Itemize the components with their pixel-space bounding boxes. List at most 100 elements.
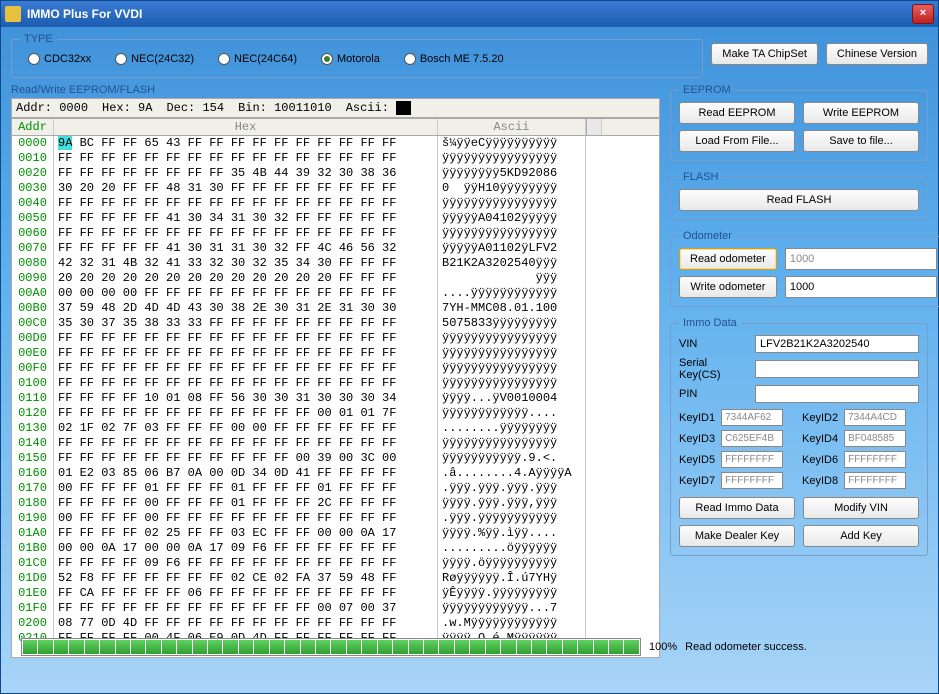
flash-fieldset: FLASH Read FLASH — [670, 171, 928, 220]
hex-row[interactable]: 0070FF FF FF FF FF 41 30 31 31 30 32 FF … — [12, 241, 659, 256]
info-bar: Addr: 0000 Hex: 9A Dec: 154 Bin: 1001101… — [11, 98, 660, 118]
make-dealer-key-button[interactable]: Make Dealer Key — [679, 525, 795, 547]
radio-icon — [218, 53, 230, 65]
hex-row[interactable]: 0010FF FF FF FF FF FF FF FF FF FF FF FF … — [12, 151, 659, 166]
close-icon[interactable]: × — [912, 4, 934, 24]
hex-row[interactable]: 0100FF FF FF FF FF FF FF FF FF FF FF FF … — [12, 376, 659, 391]
keyid-input-4 — [844, 430, 906, 447]
hex-row[interactable]: 00C035 30 37 35 38 33 33 FF FF FF FF FF … — [12, 316, 659, 331]
hex-row[interactable]: 0140FF FF FF FF FF FF FF FF FF FF FF FF … — [12, 436, 659, 451]
progress-bar — [21, 638, 641, 656]
hex-row[interactable]: 003030 20 20 FF FF 48 31 30 FF FF FF FF … — [12, 181, 659, 196]
hex-row[interactable]: 0150FF FF FF FF FF FF FF FF FF FF FF 00 … — [12, 451, 659, 466]
write-odometer-input[interactable] — [785, 276, 937, 298]
hex-section-label: Read/Write EEPROM/FLASH — [11, 84, 660, 96]
type-radio-motorola[interactable]: Motorola — [321, 53, 380, 65]
hex-row[interactable]: 0050FF FF FF FF FF 41 30 34 31 30 32 FF … — [12, 211, 659, 226]
read-immo-button[interactable]: Read Immo Data — [679, 497, 795, 519]
hex-row[interactable]: 0120FF FF FF FF FF FF FF FF FF FF FF FF … — [12, 406, 659, 421]
hex-row[interactable]: 0060FF FF FF FF FF FF FF FF FF FF FF FF … — [12, 226, 659, 241]
hex-row[interactable]: 008042 32 31 4B 32 41 33 32 30 32 35 34 … — [12, 256, 659, 271]
keyid-label-7: KeyID7 — [679, 475, 715, 487]
type-fieldset: TYPE CDC32xx NEC(24C32) NEC(24C64) Motorola… — [11, 33, 703, 78]
hex-row[interactable]: 009020 20 20 20 20 20 20 20 20 20 20 20 … — [12, 271, 659, 286]
header-addr: Addr — [12, 119, 54, 135]
modify-vin-button[interactable]: Modify VIN — [803, 497, 919, 519]
hex-row[interactable]: 00A000 00 00 00 FF FF FF FF FF FF FF FF … — [12, 286, 659, 301]
read-odometer-button[interactable]: Read odometer — [679, 248, 777, 270]
hex-row[interactable]: 0180FF FF FF FF 00 FF FF FF 01 FF FF FF … — [12, 496, 659, 511]
hex-row[interactable]: 00B037 59 48 2D 4D 4D 43 30 38 2E 30 31 … — [12, 301, 659, 316]
hex-row[interactable]: 00F0FF FF FF FF FF FF FF FF FF FF FF FF … — [12, 361, 659, 376]
keyid-label-6: KeyID6 — [802, 454, 838, 466]
serial-input[interactable] — [755, 360, 919, 378]
vin-input[interactable] — [755, 335, 919, 353]
keyid-label-2: KeyID2 — [802, 412, 838, 424]
read-odometer-value — [785, 248, 937, 270]
read-flash-button[interactable]: Read FLASH — [679, 189, 919, 211]
serial-label: Serial Key(CS) — [679, 357, 749, 381]
pin-input[interactable] — [755, 385, 919, 403]
radio-icon — [404, 53, 416, 65]
scrollbar[interactable] — [586, 119, 602, 135]
immo-fieldset: Immo Data VIN Serial Key(CS) PIN KeyID1K… — [670, 317, 928, 556]
status-bar: 100% Read odometer success. — [11, 634, 928, 660]
hex-row[interactable]: 017000 FF FF FF 01 FF FF FF 01 FF FF FF … — [12, 481, 659, 496]
header-hex: Hex — [54, 119, 438, 135]
keyid-label-4: KeyID4 — [802, 433, 838, 445]
pin-label: PIN — [679, 388, 749, 400]
hex-row[interactable]: 0020FF FF FF FF FF FF FF FF 35 4B 44 39 … — [12, 166, 659, 181]
save-to-file-button[interactable]: Save to file... — [803, 130, 919, 152]
hex-row[interactable]: 016001 E2 03 85 06 B7 0A 00 0D 34 0D 41 … — [12, 466, 659, 481]
make-chipset-button[interactable]: Make TA ChipSet — [711, 43, 818, 65]
hex-editor[interactable]: Addr Hex Ascii 00009A BC FF FF 65 43 FF … — [11, 118, 660, 658]
app-icon — [5, 6, 21, 22]
hex-row[interactable]: 01C0FF FF FF FF 09 F6 FF FF FF FF FF FF … — [12, 556, 659, 571]
hex-row[interactable]: 00E0FF FF FF FF FF FF FF FF FF FF FF FF … — [12, 346, 659, 361]
hex-row[interactable]: 01F0FF FF FF FF FF FF FF FF FF FF FF FF … — [12, 601, 659, 616]
hex-row[interactable]: 013002 1F 02 7F 03 FF FF FF 00 00 FF FF … — [12, 421, 659, 436]
vin-label: VIN — [679, 338, 749, 350]
write-eeprom-button[interactable]: Write EEPROM — [803, 102, 919, 124]
window-title: IMMO Plus For VVDI — [27, 7, 912, 21]
radio-icon — [321, 53, 333, 65]
keyid-input-2 — [844, 409, 906, 426]
keyid-input-6 — [844, 451, 906, 468]
hex-row[interactable]: 0110FF FF FF FF 10 01 08 FF 56 30 30 31 … — [12, 391, 659, 406]
keyid-input-5 — [721, 451, 783, 468]
hex-row[interactable]: 020008 77 0D 4D FF FF FF FF FF FF FF FF … — [12, 616, 659, 631]
progress-percent: 100% — [649, 641, 677, 653]
odometer-fieldset: Odometer Read odometer Write odometer — [670, 230, 939, 307]
hex-row[interactable]: 019000 FF FF FF 00 FF FF FF FF FF FF FF … — [12, 511, 659, 526]
add-key-button[interactable]: Add Key — [803, 525, 919, 547]
write-odometer-button[interactable]: Write odometer — [679, 276, 777, 298]
hex-row[interactable]: 01B000 00 0A 17 00 00 0A 17 09 F6 FF FF … — [12, 541, 659, 556]
keyid-label-5: KeyID5 — [679, 454, 715, 466]
header-ascii: Ascii — [438, 119, 586, 135]
keyid-input-7 — [721, 472, 783, 489]
type-radio-nec24c64[interactable]: NEC(24C64) — [218, 53, 297, 65]
titlebar: IMMO Plus For VVDI × — [1, 1, 938, 27]
hex-row[interactable]: 01D052 F8 FF FF FF FF FF FF 02 CE 02 FA … — [12, 571, 659, 586]
radio-icon — [115, 53, 127, 65]
type-legend: TYPE — [20, 33, 57, 45]
keyid-input-8 — [844, 472, 906, 489]
hex-row[interactable]: 0040FF FF FF FF FF FF FF FF FF FF FF FF … — [12, 196, 659, 211]
read-eeprom-button[interactable]: Read EEPROM — [679, 102, 795, 124]
type-radio-boschme7520[interactable]: Bosch ME 7.5.20 — [404, 53, 504, 65]
keyid-input-3 — [721, 430, 783, 447]
hex-row[interactable]: 00D0FF FF FF FF FF FF FF FF FF FF FF FF … — [12, 331, 659, 346]
keyid-input-1 — [721, 409, 783, 426]
hex-row[interactable]: 01E0FF CA FF FF FF FF 06 FF FF FF FF FF … — [12, 586, 659, 601]
type-radio-nec24c32[interactable]: NEC(24C32) — [115, 53, 194, 65]
radio-icon — [28, 53, 40, 65]
keyid-label-3: KeyID3 — [679, 433, 715, 445]
hex-row[interactable]: 01A0FF FF FF FF 02 25 FF FF 03 EC FF FF … — [12, 526, 659, 541]
load-from-file-button[interactable]: Load From File... — [679, 130, 795, 152]
chinese-version-button[interactable]: Chinese Version — [826, 43, 928, 65]
eeprom-fieldset: EEPROM Read EEPROM Write EEPROM Load Fro… — [670, 84, 928, 161]
keyid-label-8: KeyID8 — [802, 475, 838, 487]
status-text: Read odometer success. — [685, 641, 807, 653]
type-radio-cdc32xx[interactable]: CDC32xx — [28, 53, 91, 65]
hex-row[interactable]: 00009A BC FF FF 65 43 FF FF FF FF FF FF … — [12, 136, 659, 151]
